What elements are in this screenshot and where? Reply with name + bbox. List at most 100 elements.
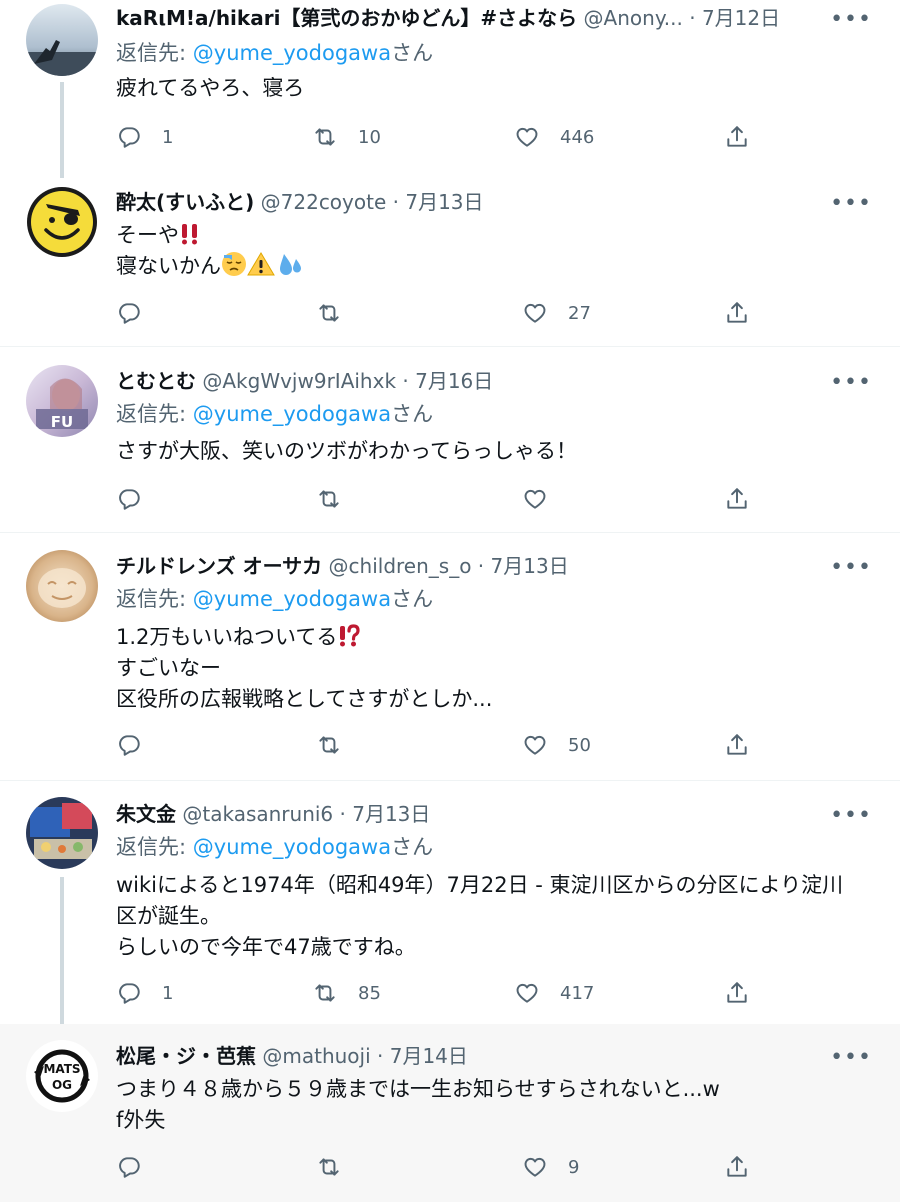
user-handle[interactable]: @mathuoji — [262, 1044, 370, 1068]
user-handle[interactable]: @Anony... — [584, 6, 683, 30]
tweet-text: 1.2万もいいねついてる すごいなー 区役所の広報戦略としてさすがとしか... — [116, 622, 870, 715]
tweet-0[interactable]: kaRιM!a/hikari【第弐のおかゆどん】#さよなら @Anony... … — [0, 0, 900, 178]
like-button[interactable]: 50 — [522, 730, 591, 760]
retweet-button[interactable] — [316, 298, 362, 328]
reply-to-prefix: 返信先: — [116, 41, 193, 65]
heart-icon — [524, 489, 546, 509]
user-handle[interactable]: @children_s_o — [329, 554, 472, 578]
like-button[interactable]: 417 — [514, 978, 594, 1008]
more-options-icon[interactable]: ••• — [830, 557, 872, 579]
reply-count: 1 — [162, 126, 174, 148]
reply-mention-link[interactable]: @yume_yodogawa — [193, 41, 391, 65]
reply-mention-link[interactable]: @yume_yodogawa — [193, 402, 391, 426]
sleepy-face-icon — [222, 252, 246, 276]
share-button[interactable] — [724, 484, 750, 514]
reply-to-suffix: さん — [391, 587, 434, 611]
share-icon — [727, 1156, 747, 1177]
reply-button[interactable] — [116, 1152, 162, 1182]
retweet-icon — [315, 128, 335, 146]
more-options-icon[interactable]: ••• — [830, 372, 872, 394]
tweet-text: wikiによると1974年（昭和49年）7月22日 - 東淀川区からの分区により… — [116, 870, 870, 963]
tweet-header: チルドレンズ オーサカ @children_s_o · 7月13日 — [116, 552, 840, 580]
tweet-date[interactable]: 7月13日 — [405, 190, 483, 214]
heart-icon — [524, 735, 546, 755]
heart-icon — [516, 127, 538, 147]
retweet-count: 10 — [358, 126, 381, 148]
reply-mention-link[interactable]: @yume_yodogawa — [193, 835, 391, 859]
user-handle[interactable]: @722coyote — [261, 190, 387, 214]
retweet-button[interactable] — [316, 484, 362, 514]
tweet-5[interactable]: MATS OG 松尾・ジ・芭蕉 @mathuoji · 7月14日 ••• つま… — [0, 1024, 900, 1202]
display-name[interactable]: とむとむ — [116, 369, 196, 393]
avatar[interactable]: FU — [26, 365, 98, 437]
tweet-date[interactable]: 7月12日 — [702, 6, 780, 30]
avatar[interactable] — [26, 4, 98, 76]
more-options-icon[interactable]: ••• — [830, 193, 872, 215]
display-name[interactable]: 酔太(すいふと) — [116, 190, 254, 214]
like-button[interactable]: 9 — [522, 1152, 579, 1182]
tweet-text-line: 1.2万もいいねついてる — [116, 625, 338, 649]
tweet-date[interactable]: 7月13日 — [491, 554, 569, 578]
display-name[interactable]: kaRιM!a/hikari【第弐のおかゆどん】#さよなら — [116, 6, 577, 30]
reply-to-line: 返信先: @yume_yodogawaさん — [116, 399, 433, 429]
avatar[interactable] — [26, 550, 98, 622]
tweet-2[interactable]: FU とむとむ @AkgWvjw9rIAihxk · 7月16日 ••• 返信先… — [0, 346, 900, 532]
more-options-icon[interactable]: ••• — [830, 1047, 872, 1069]
thread-line — [60, 877, 64, 1033]
like-count: 446 — [560, 126, 595, 148]
reply-to-prefix: 返信先: — [116, 835, 193, 859]
tweet-date[interactable]: 7月13日 — [352, 802, 430, 826]
tweet-date[interactable]: 7月16日 — [415, 369, 493, 393]
user-handle[interactable]: @AkgWvjw9rIAihxk — [202, 369, 396, 393]
separator-dot: · — [477, 554, 485, 578]
avatar[interactable] — [26, 186, 98, 258]
display-name[interactable]: チルドレンズ オーサカ — [116, 554, 322, 578]
more-options-icon[interactable]: ••• — [830, 9, 872, 31]
retweet-button[interactable] — [316, 1152, 362, 1182]
reply-button[interactable]: 1 — [116, 978, 173, 1008]
share-button[interactable] — [724, 1152, 750, 1182]
tweet-4[interactable]: 朱文金 @takasanruni6 · 7月13日 ••• 返信先: @yume… — [0, 780, 900, 1033]
action-bar: 27 — [116, 298, 756, 328]
tweet-text-line: f外失 — [116, 1108, 166, 1132]
avatar[interactable] — [26, 797, 98, 869]
like-button[interactable] — [522, 484, 568, 514]
reply-icon — [119, 983, 140, 1004]
share-button[interactable] — [724, 730, 750, 760]
user-handle[interactable]: @takasanruni6 — [182, 802, 333, 826]
action-bar: 1 85 417 — [116, 978, 756, 1008]
heart-icon — [524, 1157, 546, 1177]
share-icon — [727, 126, 747, 147]
reply-button[interactable] — [116, 298, 162, 328]
reply-button[interactable]: 1 — [116, 122, 173, 152]
tweet-1[interactable]: 酔太(すいふと) @722coyote · 7月13日 ••• そーや 寝ないか… — [0, 172, 900, 346]
avatar-text-bottom: OG — [51, 1078, 73, 1092]
action-bar — [116, 484, 756, 514]
display-name[interactable]: 朱文金 — [116, 802, 176, 826]
reply-button[interactable] — [116, 484, 162, 514]
tweet-date[interactable]: 7月14日 — [390, 1044, 468, 1068]
reply-button[interactable] — [116, 730, 162, 760]
like-button[interactable]: 446 — [514, 122, 594, 152]
more-options-icon[interactable]: ••• — [830, 805, 872, 827]
reply-mention-link[interactable]: @yume_yodogawa — [193, 587, 391, 611]
retweet-button[interactable]: 85 — [312, 978, 381, 1008]
tweet-header: 松尾・ジ・芭蕉 @mathuoji · 7月14日 — [116, 1042, 840, 1070]
retweet-icon — [319, 304, 339, 322]
reply-to-line: 返信先: @yume_yodogawaさん — [116, 832, 433, 862]
display-name[interactable]: 松尾・ジ・芭蕉 — [116, 1044, 256, 1068]
sweat-droplets-icon — [280, 254, 301, 275]
tweet-3[interactable]: チルドレンズ オーサカ @children_s_o · 7月13日 ••• 返信… — [0, 532, 900, 780]
avatar[interactable]: MATS OG — [26, 1040, 98, 1112]
separator-dot: · — [689, 6, 696, 30]
like-button[interactable]: 27 — [522, 298, 591, 328]
avatar-caption: FU — [50, 413, 74, 431]
share-button[interactable] — [724, 298, 750, 328]
share-button[interactable] — [724, 122, 750, 152]
retweet-button[interactable]: 10 — [312, 122, 381, 152]
tweet-header: とむとむ @AkgWvjw9rIAihxk · 7月16日 — [116, 367, 840, 395]
thread-line — [60, 82, 64, 178]
retweet-button[interactable] — [316, 730, 362, 760]
separator-dot: · — [377, 1044, 384, 1068]
share-button[interactable] — [724, 978, 750, 1008]
